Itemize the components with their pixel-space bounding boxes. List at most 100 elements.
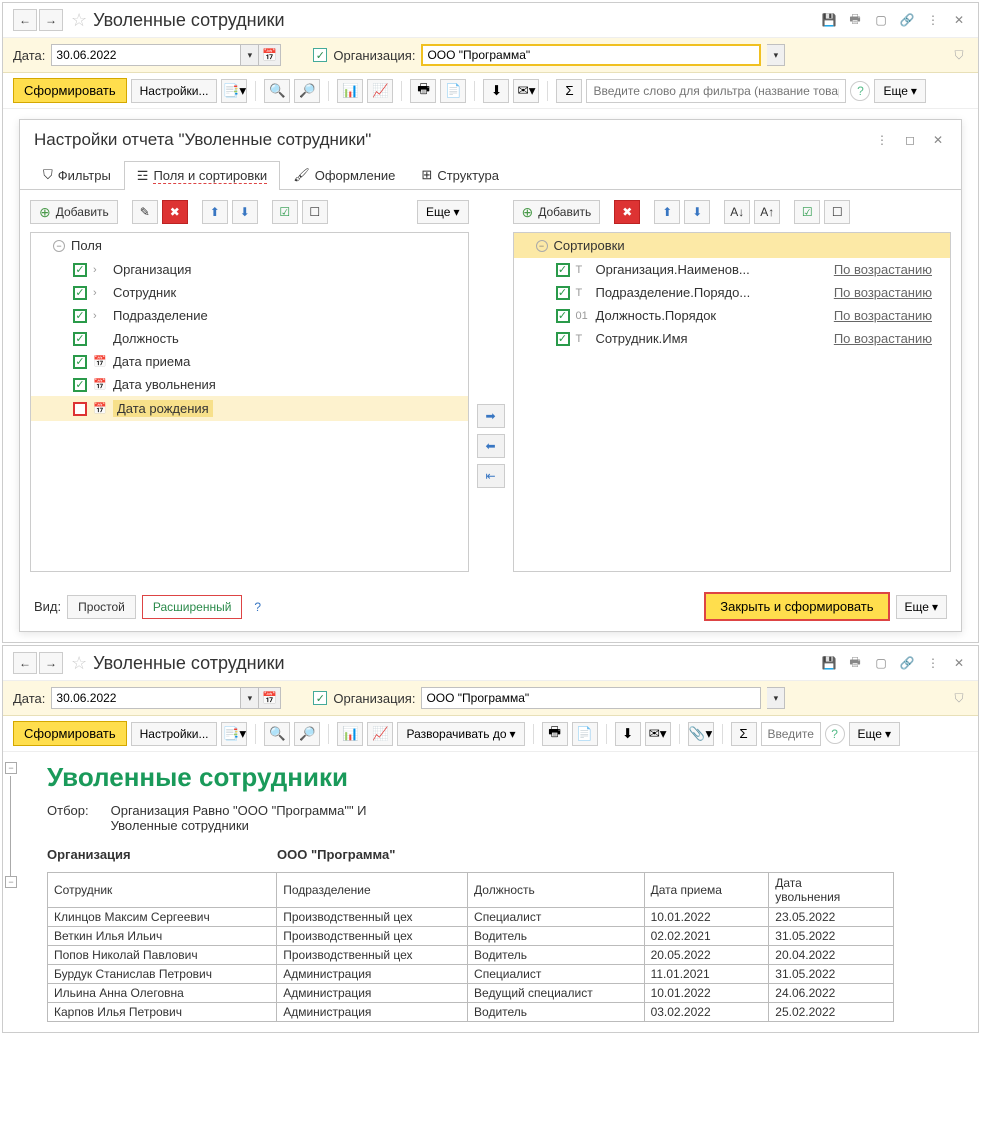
sorts-tree[interactable]: − Сортировки ✓ T Организация.Наименов...… <box>513 232 952 572</box>
star-icon[interactable]: ☆ <box>71 10 87 31</box>
tab-format[interactable]: 🖌 Оформление <box>280 160 408 189</box>
attach-button[interactable]: 📎▾ <box>688 722 714 746</box>
view-extended-button[interactable]: Расширенный <box>142 595 243 619</box>
delete-sort-button[interactable]: ✖ <box>614 200 640 224</box>
close-icon[interactable]: ✕ <box>950 654 968 672</box>
table-row[interactable]: Попов Николай ПавловичПроизводственный ц… <box>48 946 894 965</box>
chart-button2[interactable]: 📈 <box>367 722 393 746</box>
sort-item[interactable]: ✓ T Организация.Наименов... По возрастан… <box>514 258 951 281</box>
email-button[interactable]: ✉▾ <box>513 79 539 103</box>
download-button[interactable]: ⬇ <box>615 722 641 746</box>
table-row[interactable]: Ильина Анна ОлеговнаАдминистрацияВедущий… <box>48 984 894 1003</box>
more-button[interactable]: Еще ▾ <box>874 79 925 103</box>
print-button[interactable]: 🖶 <box>410 79 436 103</box>
close-icon[interactable]: ✕ <box>950 11 968 29</box>
date-input[interactable] <box>51 687 241 709</box>
star-icon[interactable]: ☆ <box>71 653 87 674</box>
add-sort-button[interactable]: ⊕ Добавить <box>513 200 601 224</box>
zoom-in-button[interactable]: 🔍 <box>264 722 290 746</box>
download-button[interactable]: ⬇ <box>483 79 509 103</box>
calendar-icon[interactable]: 📅 <box>259 44 281 66</box>
email-button[interactable]: ✉▾ <box>645 722 671 746</box>
more-icon[interactable]: ⋮ <box>924 654 942 672</box>
settings-button[interactable]: Настройки... <box>131 79 218 103</box>
print-icon[interactable]: 🖶 <box>846 11 864 29</box>
sort-down-button[interactable]: ⬇ <box>684 200 710 224</box>
save-icon[interactable]: 💾 <box>820 11 838 29</box>
filter-input[interactable] <box>761 722 821 746</box>
collapse-icon[interactable]: − <box>536 240 548 252</box>
calendar-icon[interactable]: 📅 <box>259 687 281 709</box>
move-down-button[interactable]: ⬇ <box>232 200 258 224</box>
zoom-fit-button[interactable]: 🔎 <box>294 722 320 746</box>
doc-button[interactable]: 📄 <box>572 722 598 746</box>
settings-button[interactable]: Настройки... <box>131 722 218 746</box>
table-row[interactable]: Клинцов Максим СергеевичПроизводственный… <box>48 908 894 927</box>
settings-dropdown[interactable]: 📑▾ <box>221 722 247 746</box>
checkbox-icon[interactable]: ✓ <box>73 263 87 277</box>
sort-desc-button[interactable]: A↑ <box>754 200 780 224</box>
fields-tree[interactable]: − Поля ✓ › Организация ✓ › Сотрудник <box>30 232 469 572</box>
sort-asc-button[interactable]: A↓ <box>724 200 750 224</box>
field-item[interactable]: ✓ Должность <box>31 327 468 350</box>
zoom-in-button[interactable]: 🔍 <box>264 79 290 103</box>
sort-direction[interactable]: По возрастанию <box>834 262 942 277</box>
move-all-left-button[interactable]: ⇤ <box>477 464 505 488</box>
outline-collapse-icon[interactable]: − <box>5 876 17 888</box>
back-button[interactable]: ← <box>13 9 37 31</box>
date-input[interactable] <box>51 44 241 66</box>
close-and-form-button[interactable]: Закрыть и сформировать <box>704 592 889 621</box>
sort-item[interactable]: ✓ T Подразделение.Порядо... По возрастан… <box>514 281 951 304</box>
more-button[interactable]: Еще ▾ <box>849 722 900 746</box>
checkbox-icon[interactable]: ✓ <box>73 402 87 416</box>
checkbox-icon[interactable]: ✓ <box>73 332 87 346</box>
move-left-button[interactable]: ⬅ <box>477 434 505 458</box>
checkbox-icon[interactable]: ✓ <box>73 286 87 300</box>
field-item-selected[interactable]: ✓ 📅 Дата рождения <box>31 396 468 421</box>
checkbox-icon[interactable]: ✓ <box>556 263 570 277</box>
dialog-more-button[interactable]: Еще ▾ <box>896 595 947 619</box>
print-button[interactable]: 🖶 <box>542 722 568 746</box>
move-up-button[interactable]: ⬆ <box>202 200 228 224</box>
checkbox-icon[interactable]: ✓ <box>73 309 87 323</box>
print-icon[interactable]: 🖶 <box>846 654 864 672</box>
collapse-icon[interactable]: − <box>53 240 65 252</box>
zoom-fit-button[interactable]: 🔎 <box>294 79 320 103</box>
field-item[interactable]: ✓ 📅 Дата увольнения <box>31 373 468 396</box>
tab-structure[interactable]: ⊞ Структура <box>408 160 512 189</box>
funnel-icon[interactable]: ⛉ <box>950 689 968 707</box>
funnel-icon[interactable]: ⛉ <box>950 46 968 64</box>
back-button[interactable]: ← <box>13 652 37 674</box>
form-button[interactable]: Сформировать <box>13 78 127 103</box>
view-simple-button[interactable]: Простой <box>67 595 136 619</box>
dialog-max-icon[interactable]: ◻ <box>901 131 919 149</box>
tab-fields[interactable]: ☲ Поля и сортировки <box>124 161 280 190</box>
check-all-sort-button[interactable]: ☑ <box>794 200 820 224</box>
form-button[interactable]: Сформировать <box>13 721 127 746</box>
org-checkbox[interactable]: ✓ <box>313 48 327 62</box>
doc-icon[interactable]: ▢ <box>872 654 890 672</box>
field-item[interactable]: ✓ › Сотрудник <box>31 281 468 304</box>
sort-item[interactable]: ✓ 01 Должность.Порядок По возрастанию <box>514 304 951 327</box>
forward-button[interactable]: → <box>39 9 63 31</box>
help-icon[interactable]: ? <box>850 81 870 101</box>
help-icon[interactable]: ? <box>825 724 845 744</box>
table-row[interactable]: Веткин Илья ИльичПроизводственный цехВод… <box>48 927 894 946</box>
sum-button[interactable]: Σ <box>731 722 757 746</box>
settings-dropdown[interactable]: 📑▾ <box>221 79 247 103</box>
doc-icon[interactable]: ▢ <box>872 11 890 29</box>
sum-button[interactable]: Σ <box>556 79 582 103</box>
help-link[interactable]: ? <box>254 600 261 614</box>
checkbox-icon[interactable]: ✓ <box>556 309 570 323</box>
edit-button[interactable]: ✎ <box>132 200 158 224</box>
more-icon[interactable]: ⋮ <box>924 11 942 29</box>
sort-direction[interactable]: По возрастанию <box>834 308 942 323</box>
tab-filters[interactable]: ⛉ Фильтры <box>30 160 124 189</box>
uncheck-all-button[interactable]: ☐ <box>302 200 328 224</box>
chart-button1[interactable]: 📊 <box>337 722 363 746</box>
link-icon[interactable]: 🔗 <box>898 654 916 672</box>
table-row[interactable]: Бурдук Станислав ПетровичАдминистрацияСп… <box>48 965 894 984</box>
sort-item[interactable]: ✓ T Сотрудник.Имя По возрастанию <box>514 327 951 350</box>
org-checkbox[interactable]: ✓ <box>313 691 327 705</box>
sort-direction[interactable]: По возрастанию <box>834 331 942 346</box>
